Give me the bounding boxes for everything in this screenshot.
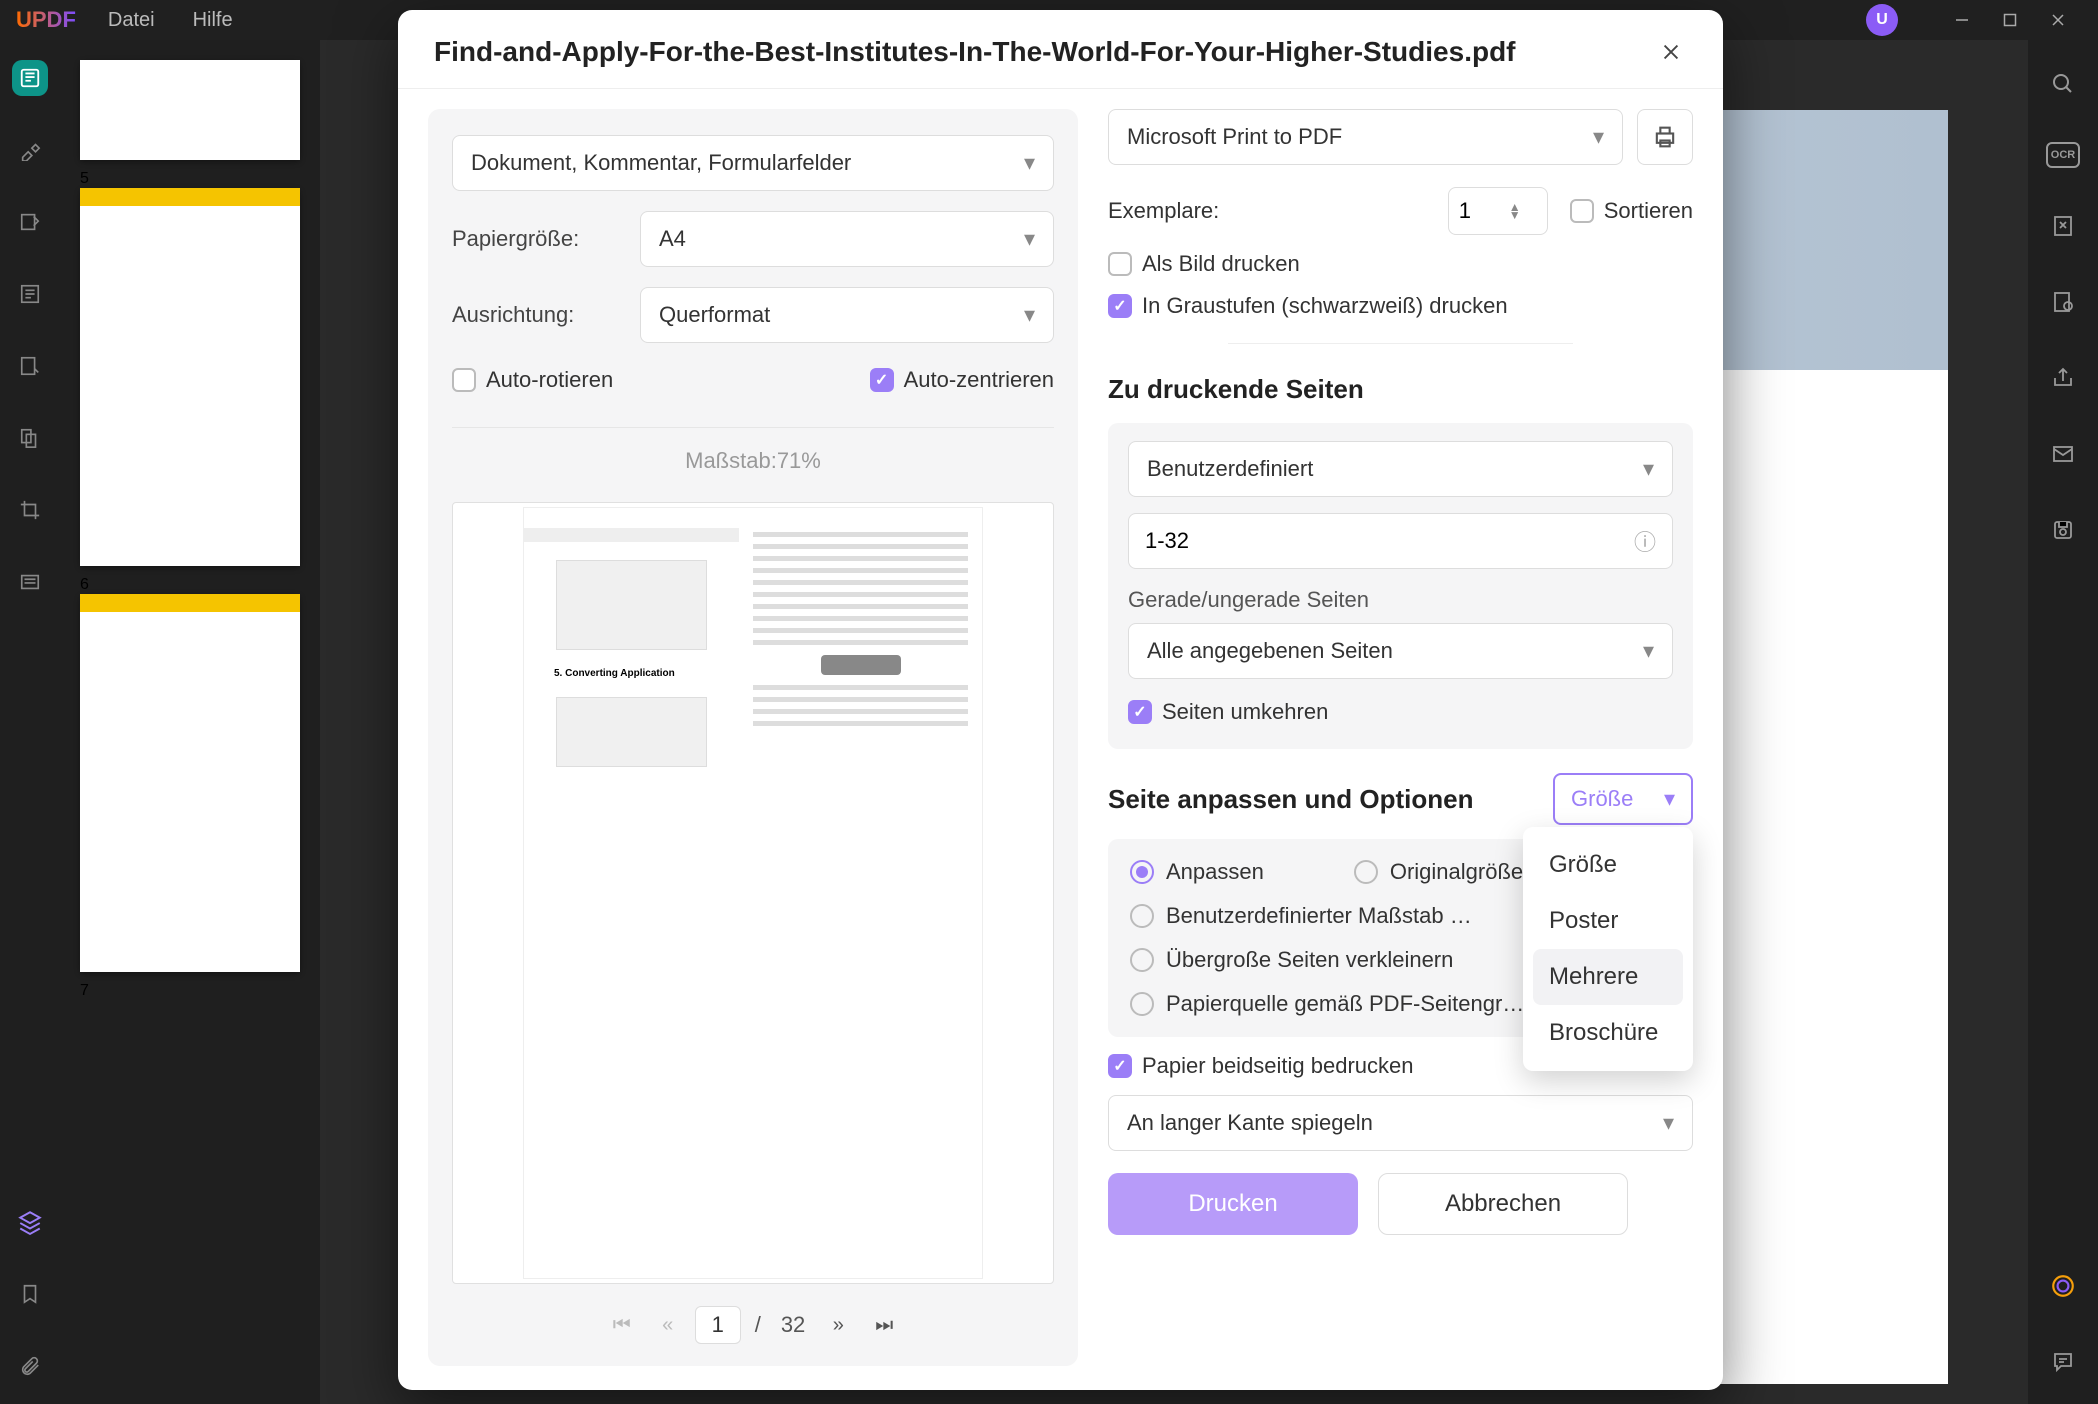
caret-down-icon: ▾	[1024, 150, 1035, 176]
caret-down-icon: ▾	[1663, 1110, 1674, 1136]
fill-sign-tool-icon[interactable]	[12, 348, 48, 384]
radio-original[interactable]: Originalgröße	[1354, 859, 1523, 885]
odd-even-label: Gerade/ungerade Seiten	[1128, 587, 1673, 613]
papersize-label: Papiergröße:	[452, 226, 622, 252]
odd-even-select[interactable]: Alle angegebenen Seiten ▾	[1128, 623, 1673, 679]
autocenter-checkbox[interactable]: Auto-zentrieren	[870, 367, 1054, 393]
redact-tool-icon[interactable]	[12, 564, 48, 600]
settings-panel: Microsoft Print to PDF ▾ Exemplare: ▲▼ S…	[1108, 109, 1693, 1366]
dd-item-booklet[interactable]: Broschüre	[1533, 1005, 1683, 1061]
layers-icon[interactable]	[12, 1204, 48, 1240]
pages-section-title: Zu druckende Seiten	[1108, 374, 1693, 405]
thumbnail-7[interactable]	[80, 594, 300, 972]
scale-label: Maßstab:71%	[452, 448, 1054, 474]
collate-checkbox[interactable]: Sortieren	[1570, 198, 1693, 224]
thumbnail-label: 6	[80, 576, 300, 594]
bookmark-icon[interactable]	[12, 1276, 48, 1312]
info-icon[interactable]: ⓘ	[1634, 525, 1656, 557]
close-dialog-button[interactable]	[1655, 36, 1687, 68]
copies-input[interactable]	[1459, 198, 1509, 224]
radio-fit[interactable]: Anpassen	[1130, 859, 1264, 885]
thumbnail-panel: 5 6 7	[60, 40, 320, 1404]
left-toolbar	[0, 40, 60, 1404]
size-mode-dropdown[interactable]: Größe ▾ Größe Poster Mehrere Broschüre	[1553, 773, 1693, 825]
pager-last-button[interactable]: ⏭	[865, 1306, 903, 1344]
fit-section-title: Seite anpassen und Optionen	[1108, 784, 1474, 815]
close-window-button[interactable]	[2034, 0, 2082, 40]
form-tool-icon[interactable]	[12, 276, 48, 312]
ai-icon[interactable]	[2045, 1268, 2081, 1304]
preview-pager: ⏮ « / 32 » ⏭	[452, 1306, 1054, 1344]
caret-down-icon: ▾	[1643, 456, 1654, 482]
app-logo: UPDF	[16, 7, 76, 33]
printer-select[interactable]: Microsoft Print to PDF ▾	[1108, 109, 1623, 165]
thumbnail-5[interactable]	[80, 60, 300, 160]
dd-item-multiple[interactable]: Mehrere	[1533, 949, 1683, 1005]
caret-down-icon: ▾	[1664, 786, 1675, 812]
copies-stepper[interactable]: ▲▼	[1448, 187, 1548, 235]
reverse-pages-checkbox[interactable]: Seiten umkehren	[1128, 699, 1673, 725]
duplex-flip-select[interactable]: An langer Kante spiegeln ▾	[1108, 1095, 1693, 1151]
thumbnail-label: 5	[80, 170, 300, 188]
as-image-checkbox[interactable]: Als Bild drucken	[1108, 251, 1693, 277]
comment-icon[interactable]	[2045, 1344, 2081, 1380]
printer-properties-button[interactable]	[1637, 109, 1693, 165]
organize-tool-icon[interactable]	[12, 420, 48, 456]
share-icon[interactable]	[2045, 360, 2081, 396]
pager-current-input[interactable]	[695, 1306, 741, 1344]
papersize-select[interactable]: A4 ▾	[640, 211, 1054, 267]
print-dialog: Find-and-Apply-For-the-Best-Institutes-I…	[398, 10, 1723, 1390]
crop-tool-icon[interactable]	[12, 492, 48, 528]
step-down-icon[interactable]: ▼	[1509, 211, 1521, 219]
minimize-button[interactable]	[1938, 0, 1986, 40]
caret-down-icon: ▾	[1024, 302, 1035, 328]
pager-first-button[interactable]: ⏮	[603, 1306, 641, 1344]
pager-total: 32	[775, 1312, 811, 1338]
print-preview: 5. Converting Application	[452, 502, 1054, 1284]
content-type-select[interactable]: Dokument, Kommentar, Formularfelder ▾	[452, 135, 1054, 191]
pages-section: Benutzerdefiniert ▾ ⓘ Gerade/ungerade Se…	[1108, 423, 1693, 749]
copies-label: Exemplare:	[1108, 198, 1219, 224]
dd-item-poster[interactable]: Poster	[1533, 893, 1683, 949]
orientation-label: Ausrichtung:	[452, 302, 622, 328]
preview-panel: Dokument, Kommentar, Formularfelder ▾ Pa…	[428, 109, 1078, 1366]
pager-prev-button[interactable]: «	[649, 1306, 687, 1344]
right-toolbar: OCR	[2028, 40, 2098, 1404]
caret-down-icon: ▾	[1024, 226, 1035, 252]
reader-tool-icon[interactable]	[12, 60, 48, 96]
print-button[interactable]: Drucken	[1108, 1173, 1358, 1235]
attachment-icon[interactable]	[12, 1348, 48, 1384]
autorotate-checkbox[interactable]: Auto-rotieren	[452, 367, 613, 393]
menu-help[interactable]: Hilfe	[193, 9, 233, 32]
compress-icon[interactable]	[2045, 208, 2081, 244]
cancel-button[interactable]: Abbrechen	[1378, 1173, 1628, 1235]
grayscale-checkbox[interactable]: In Graustufen (schwarzweiß) drucken	[1108, 293, 1693, 319]
pages-range-input[interactable]	[1145, 528, 1634, 554]
pager-sep: /	[749, 1312, 767, 1338]
dialog-title: Find-and-Apply-For-the-Best-Institutes-I…	[434, 36, 1516, 68]
dd-item-size[interactable]: Größe	[1533, 837, 1683, 893]
caret-down-icon: ▾	[1643, 638, 1654, 664]
thumbnail-6[interactable]	[80, 188, 300, 566]
protect-icon[interactable]	[2045, 284, 2081, 320]
menu-file[interactable]: Datei	[108, 9, 155, 32]
email-icon[interactable]	[2045, 436, 2081, 472]
save-icon[interactable]	[2045, 512, 2081, 548]
edit-tool-icon[interactable]	[12, 204, 48, 240]
size-mode-dropdown-popup: Größe Poster Mehrere Broschüre	[1523, 827, 1693, 1071]
avatar[interactable]: U	[1866, 4, 1898, 36]
ocr-icon[interactable]: OCR	[2046, 142, 2080, 168]
highlight-tool-icon[interactable]	[12, 132, 48, 168]
maximize-button[interactable]	[1986, 0, 2034, 40]
caret-down-icon: ▾	[1593, 124, 1604, 150]
pages-range-input-wrap: ⓘ	[1128, 513, 1673, 569]
pages-mode-select[interactable]: Benutzerdefiniert ▾	[1128, 441, 1673, 497]
orientation-select[interactable]: Querformat ▾	[640, 287, 1054, 343]
pager-next-button[interactable]: »	[819, 1306, 857, 1344]
search-icon[interactable]	[2045, 66, 2081, 102]
thumbnail-label: 7	[80, 982, 300, 1000]
